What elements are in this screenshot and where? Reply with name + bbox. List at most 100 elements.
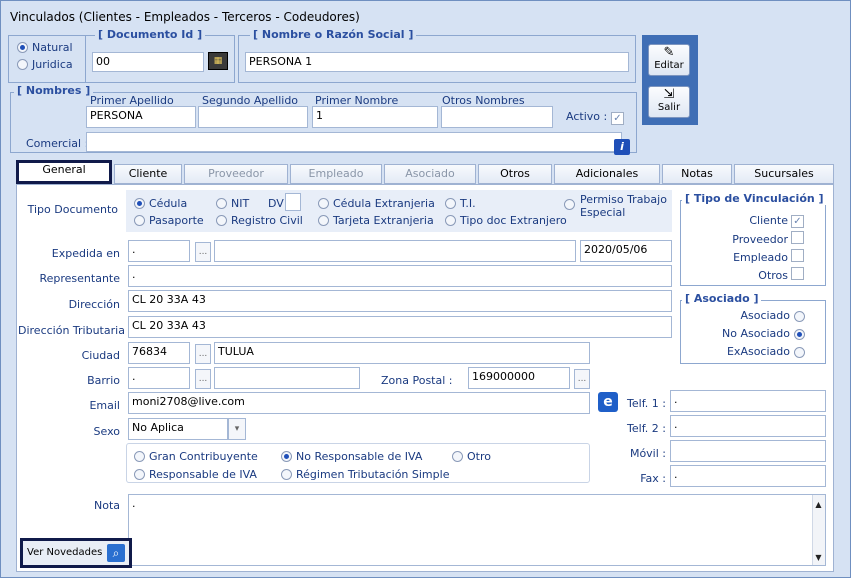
window-title: Vinculados (Clientes - Empleados - Terce… bbox=[10, 10, 360, 24]
radio-dot-asociado bbox=[794, 311, 805, 322]
radio-dot-tipo-doc-ext bbox=[445, 215, 456, 226]
radio-pasaporte[interactable]: Pasaporte bbox=[134, 214, 204, 227]
sexo-label: Sexo bbox=[93, 425, 120, 438]
email-input[interactable]: moni2708@live.com bbox=[128, 392, 590, 414]
ciudad-label: Ciudad bbox=[81, 349, 120, 362]
representante-input[interactable]: . bbox=[128, 265, 672, 287]
radio-dot-no-resp bbox=[281, 451, 292, 462]
telf2-input[interactable]: . bbox=[670, 415, 826, 437]
direccion-label: Dirección bbox=[68, 298, 120, 311]
fax-input[interactable]: . bbox=[670, 465, 826, 487]
radio-ti[interactable]: T.I. bbox=[445, 197, 476, 210]
radio-regimen-simple[interactable]: Régimen Tributación Simple bbox=[281, 468, 449, 481]
ciudad-lookup-button[interactable]: ... bbox=[195, 344, 211, 364]
ciudad-name-input[interactable]: TULUA bbox=[214, 342, 590, 364]
segundo-apellido-input[interactable] bbox=[198, 106, 308, 128]
search-icon: ⌕ bbox=[107, 544, 125, 562]
proveedor-checkbox[interactable] bbox=[791, 231, 804, 245]
radio-dot-otro bbox=[452, 451, 463, 462]
radio-dot-regimen bbox=[281, 469, 292, 480]
otros-checkbox[interactable] bbox=[791, 267, 804, 281]
radio-dot-ti bbox=[445, 198, 456, 209]
radio-no-asociado[interactable] bbox=[794, 328, 809, 341]
direccion-tributaria-input[interactable]: CL 20 33A 43 bbox=[128, 316, 672, 338]
expedida-code-input[interactable]: . bbox=[128, 240, 190, 262]
radio-dot-permiso bbox=[564, 199, 575, 210]
radio-dot-tarjeta-ext bbox=[318, 215, 329, 226]
tab-otros[interactable]: Otros bbox=[478, 164, 552, 184]
tab-empleado[interactable]: Empleado bbox=[290, 164, 382, 184]
tab-adicionales[interactable]: Adicionales bbox=[554, 164, 660, 184]
tab-notas[interactable]: Notas bbox=[662, 164, 732, 184]
scroll-up-icon[interactable]: ▲ bbox=[812, 500, 825, 509]
expedida-name-input[interactable] bbox=[214, 240, 576, 262]
primer-nombre-input[interactable]: 1 bbox=[312, 106, 438, 128]
sexo-select[interactable]: No Aplica bbox=[128, 418, 228, 440]
radio-no-responsable-iva[interactable]: No Responsable de IVA bbox=[281, 450, 422, 463]
radio-tarjeta-extranjeria[interactable]: Tarjeta Extranjeria bbox=[318, 214, 434, 227]
check-icon: ✓ bbox=[791, 215, 804, 228]
vinculacion-otros-label: Otros bbox=[758, 269, 788, 282]
radio-exasociado[interactable] bbox=[794, 346, 809, 359]
radio-responsable-iva[interactable]: Responsable de IVA bbox=[134, 468, 257, 481]
cliente-checkbox[interactable]: ✓ bbox=[791, 212, 804, 228]
radio-dot-no-asociado bbox=[794, 329, 805, 340]
representante-label: Representante bbox=[39, 272, 120, 285]
radio-tipo-doc-extranjero[interactable]: Tipo doc Extranjero bbox=[445, 214, 567, 227]
radio-gran-contribuyente[interactable]: Gran Contribuyente bbox=[134, 450, 258, 463]
nombres-legend: [ Nombres ] bbox=[14, 84, 94, 97]
movil-input[interactable] bbox=[670, 440, 826, 462]
radio-dot-registro-civil bbox=[216, 215, 227, 226]
telf1-input[interactable]: . bbox=[670, 390, 826, 412]
radio-otro[interactable]: Otro bbox=[452, 450, 491, 463]
otros-nombres-input[interactable] bbox=[441, 106, 553, 128]
exit-door-icon: ⇲ bbox=[663, 87, 675, 102]
direccion-tributaria-label: Dirección Tributaria bbox=[18, 324, 125, 337]
dv-input[interactable] bbox=[285, 193, 301, 211]
nota-textarea[interactable]: . bbox=[128, 494, 826, 566]
barrio-name-input[interactable] bbox=[214, 367, 360, 389]
radio-dot-gran bbox=[134, 451, 145, 462]
empleado-checkbox[interactable] bbox=[791, 249, 804, 263]
scroll-down-icon[interactable]: ▼ bbox=[812, 553, 825, 562]
chevron-down-icon[interactable]: ▾ bbox=[228, 418, 246, 440]
radio-cedula[interactable]: Cédula bbox=[134, 197, 187, 210]
documento-input[interactable]: 00 bbox=[92, 52, 204, 72]
barcode-icon[interactable]: ▦ bbox=[208, 52, 228, 70]
ciudad-code-input[interactable]: 76834 bbox=[128, 342, 190, 364]
tab-general[interactable]: General bbox=[16, 160, 112, 184]
permiso-trabajo-label: Permiso Trabajo Especial bbox=[580, 193, 667, 219]
activo-checkbox[interactable]: ✓ bbox=[611, 109, 624, 125]
zona-postal-input[interactable]: 169000000 bbox=[468, 367, 570, 389]
nombre-input[interactable]: PERSONA 1 bbox=[245, 52, 629, 72]
radio-asociado[interactable] bbox=[794, 310, 809, 323]
expedida-lookup-button[interactable]: ... bbox=[195, 242, 211, 262]
editar-button[interactable]: ✎ Editar bbox=[648, 44, 690, 76]
expedida-fecha-input[interactable]: 2020/05/06 bbox=[580, 240, 672, 262]
radio-cedula-extranjeria[interactable]: Cédula Extranjeria bbox=[318, 197, 435, 210]
tab-asociado[interactable]: Asociado bbox=[384, 164, 476, 184]
radio-juridica[interactable]: Juridica bbox=[17, 58, 73, 71]
documento-legend: [ Documento Id ] bbox=[95, 28, 206, 41]
radio-natural[interactable]: Natural bbox=[17, 41, 73, 54]
barrio-lookup-button[interactable]: ... bbox=[195, 369, 211, 389]
direccion-input[interactable]: CL 20 33A 43 bbox=[128, 290, 672, 312]
info-icon[interactable]: i bbox=[614, 139, 630, 155]
radio-nit[interactable]: NIT bbox=[216, 197, 249, 210]
zona-postal-lookup-button[interactable]: ... bbox=[574, 369, 590, 389]
exasociado-label: ExAsociado bbox=[726, 345, 790, 358]
primer-apellido-input[interactable]: PERSONA bbox=[86, 106, 196, 128]
asociado-legend: [ Asociado ] bbox=[682, 292, 762, 305]
radio-permiso-trabajo[interactable] bbox=[564, 198, 579, 211]
tab-proveedor[interactable]: Proveedor bbox=[184, 164, 288, 184]
expedida-label: Expedida en bbox=[51, 247, 120, 260]
comercial-label: Comercial : bbox=[26, 137, 89, 150]
radio-registro-civil[interactable]: Registro Civil bbox=[216, 214, 303, 227]
comercial-input[interactable] bbox=[86, 132, 622, 152]
barrio-code-input[interactable]: . bbox=[128, 367, 190, 389]
salir-button[interactable]: ⇲ Salir bbox=[648, 86, 690, 118]
tab-cliente[interactable]: Cliente bbox=[114, 164, 182, 184]
tab-sucursales[interactable]: Sucursales bbox=[734, 164, 834, 184]
ver-novedades-button[interactable]: Ver Novedades ⌕ bbox=[20, 538, 132, 568]
fax-label: Fax : bbox=[640, 472, 666, 485]
